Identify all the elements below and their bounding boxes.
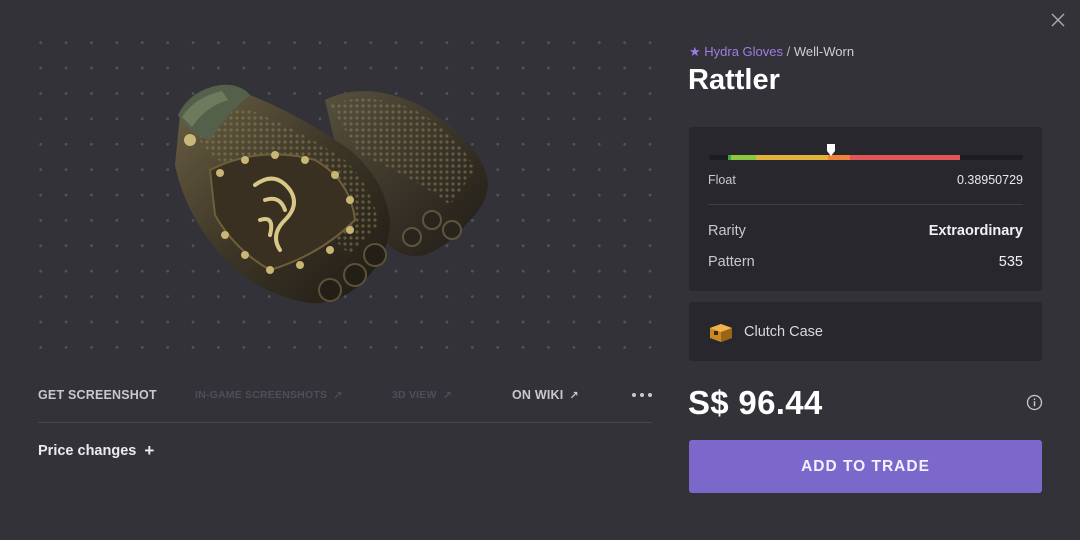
rarity-label: Rarity [708, 223, 746, 239]
rarity-row: Rarity Extraordinary [708, 223, 1023, 239]
float-label: Float [708, 173, 736, 187]
item-title: Rattler [688, 64, 780, 96]
plus-icon: + [144, 441, 155, 460]
stats-card: Float 0.38950729 Rarity Extraordinary Pa… [689, 127, 1042, 291]
in-game-screenshots-button[interactable]: IN-GAME SCREENSHOTS ↗ [195, 389, 343, 402]
3d-view-button[interactable]: 3D VIEW ↗ [392, 389, 452, 402]
float-value: 0.38950729 [956, 173, 1023, 187]
external-link-icon: ↗ [442, 389, 452, 402]
collection-link[interactable]: ★ Hydra Gloves [689, 44, 783, 59]
external-link-icon: ↗ [569, 389, 579, 402]
case-name: Clutch Case [744, 323, 823, 340]
float-row: Float 0.38950729 [708, 173, 1023, 187]
close-button[interactable] [1048, 10, 1068, 30]
pattern-row: Pattern 535 [708, 254, 1023, 270]
close-icon [1051, 13, 1065, 27]
float-segment [730, 155, 757, 160]
pattern-label: Pattern [708, 254, 755, 270]
info-icon[interactable] [1026, 394, 1043, 411]
pattern-value: 535 [998, 254, 1023, 270]
divider [38, 422, 652, 423]
float-segment [850, 155, 961, 160]
float-marker-icon [826, 143, 836, 157]
case-icon [710, 323, 732, 342]
card-divider [708, 204, 1023, 205]
breadcrumb: ★ Hydra Gloves / Well-Worn [689, 44, 854, 60]
case-card[interactable]: Clutch Case [689, 302, 1042, 361]
float-bar [709, 155, 1023, 160]
price-changes-toggle[interactable]: Price changes + [38, 441, 154, 461]
breadcrumb-separator: / [786, 44, 791, 59]
add-to-trade-button[interactable]: ADD TO TRADE [689, 440, 1042, 493]
item-price: S$ 96.44 [688, 384, 823, 421]
get-screenshot-button[interactable]: GET SCREENSHOT [38, 388, 157, 402]
external-link-icon: ↗ [333, 389, 343, 402]
float-segment [756, 155, 829, 160]
rarity-value: Extraordinary [928, 223, 1023, 239]
condition-label: Well-Worn [793, 44, 855, 59]
on-wiki-button[interactable]: ON WIKI ↗ [512, 388, 579, 402]
gloves-image [175, 84, 488, 304]
more-dots-icon[interactable] [632, 393, 652, 397]
item-preview [20, 20, 660, 360]
action-bar: GET SCREENSHOT IN-GAME SCREENSHOTS ↗ 3D … [38, 380, 652, 410]
